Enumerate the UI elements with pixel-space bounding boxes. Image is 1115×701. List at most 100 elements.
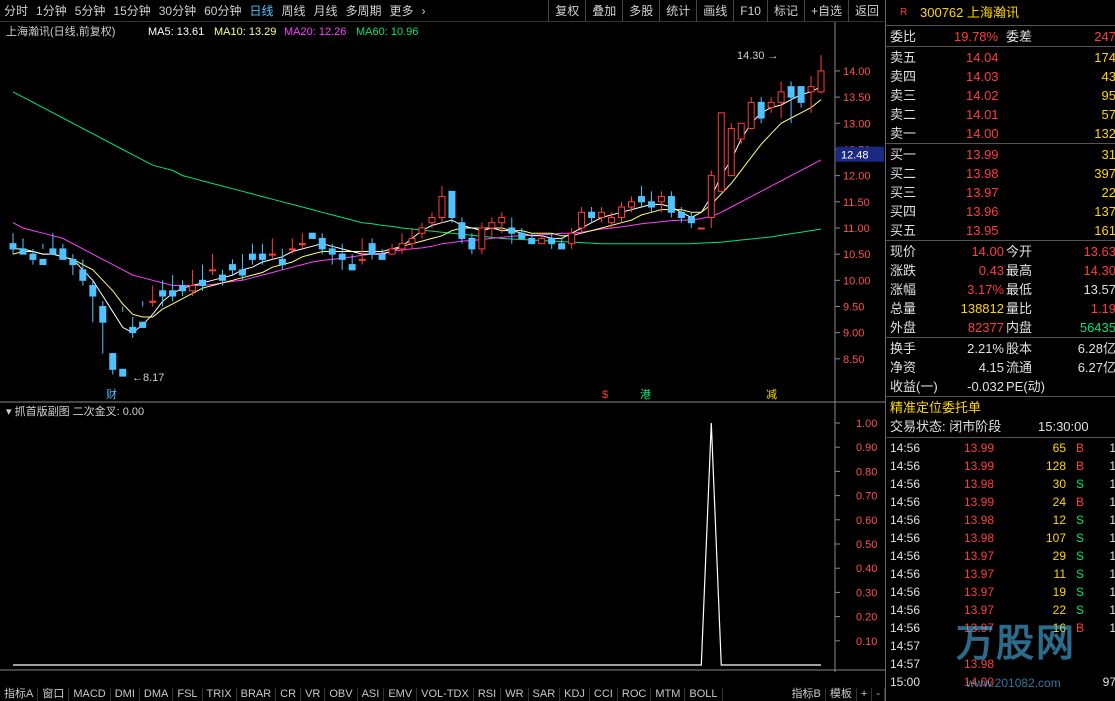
- indicator-right-1[interactable]: 模板: [826, 688, 857, 701]
- indicator-tab-3[interactable]: DMI: [111, 688, 140, 701]
- timeframe-4[interactable]: 30分钟: [155, 2, 200, 19]
- action-button-3[interactable]: 统计: [659, 0, 696, 22]
- action-button-6[interactable]: 标记: [766, 0, 804, 22]
- action-button-2[interactable]: 多股: [622, 0, 659, 22]
- timeframe-9[interactable]: 多周期: [342, 2, 386, 19]
- kline-chart[interactable]: 上海瀚讯(日线,前复权) MA5: 13.61 MA10: 13.29 MA20: 1…: [0, 22, 885, 672]
- candle: [618, 201, 626, 223]
- event-marker[interactable]: 港: [640, 388, 651, 401]
- candle: [308, 232, 316, 239]
- tick-side: S: [1076, 585, 1085, 599]
- quote-row: 涨跌 0.43 最高 14.30: [886, 261, 1115, 280]
- tick-side: B: [1076, 459, 1085, 473]
- timeframe-8[interactable]: 月线: [310, 2, 342, 19]
- event-marker[interactable]: $: [602, 389, 608, 401]
- indicator-tab-12[interactable]: EMV: [384, 688, 418, 701]
- chart-title: 上海瀚讯(日线,前复权): [6, 24, 115, 38]
- timeframe-5[interactable]: 60分钟: [200, 2, 245, 19]
- indicator-tab-10[interactable]: OBV: [325, 688, 358, 701]
- candle: [488, 217, 496, 239]
- action-button-1[interactable]: 叠加: [585, 0, 622, 22]
- quote-row: 换手 2.21% 股本 6.28亿: [886, 339, 1115, 358]
- quote-label: 外盘: [890, 320, 917, 335]
- tick-side: S: [1076, 477, 1085, 491]
- bid-row: 买二 13.98 397: [886, 164, 1115, 183]
- indicator-tab-13[interactable]: VOL-TDX: [417, 688, 474, 701]
- quote-label: 最高: [1006, 263, 1033, 278]
- timeframe-2[interactable]: 5分钟: [71, 2, 110, 19]
- timeframe-10[interactable]: 更多: [386, 2, 418, 19]
- tick-row: 14:56 13.97 11 S 1: [886, 565, 1115, 584]
- ask-row: 卖一 14.00 132: [886, 124, 1115, 143]
- order-ratio-row: 委比 19.78% 委差 247: [886, 27, 1115, 46]
- bid-price: 13.99: [966, 147, 999, 162]
- indicator-tab-17[interactable]: KDJ: [560, 688, 590, 701]
- action-button-7[interactable]: +自选: [803, 0, 848, 22]
- ask-price: 14.01: [966, 107, 999, 122]
- candle: [418, 222, 426, 239]
- bid-row: 买五 13.95 161: [886, 221, 1115, 240]
- subchart-title: ▾ 抓首版副图 二次金叉: 0.00: [6, 404, 144, 418]
- candle: [398, 233, 406, 255]
- action-button-4[interactable]: 画线: [696, 0, 733, 22]
- timeframe-0[interactable]: 分时: [0, 2, 32, 19]
- indicator-tab-8[interactable]: CR: [276, 688, 302, 701]
- indicator-tab-2[interactable]: MACD: [69, 688, 111, 701]
- tick-row: 14:56 13.98 30 S 1: [886, 475, 1115, 494]
- indicator-tab-19[interactable]: ROC: [618, 688, 652, 701]
- candle: [448, 190, 456, 223]
- tick-time: 14:56: [890, 549, 921, 563]
- indicator-tab-20[interactable]: MTM: [651, 688, 686, 701]
- watermark-url: www.201082.com: [966, 676, 1061, 690]
- bid-price: 13.96: [966, 204, 999, 219]
- bid-volume: 31: [1101, 147, 1115, 162]
- indicator-tab-4[interactable]: DMA: [140, 688, 174, 701]
- timeframe-6[interactable]: 日线: [245, 2, 277, 19]
- indicator-tab-0[interactable]: 指标A: [0, 688, 39, 701]
- y-tick-label: 9.50: [843, 301, 864, 313]
- indicator-tab-bar: 指标A 窗口 MACD DMI DMA FSL TRIX BRAR CR VR OBV ASI EMV V…: [0, 688, 885, 701]
- indicator-tab-15[interactable]: WR: [501, 688, 529, 701]
- candle: [438, 186, 446, 223]
- chevron-right-icon[interactable]: ›: [418, 4, 430, 18]
- quote-value: 1.19: [1090, 301, 1115, 316]
- tick-volume: 107: [1045, 531, 1066, 545]
- action-button-8[interactable]: 返回: [847, 0, 885, 22]
- timeframe-7[interactable]: 周线: [277, 2, 309, 19]
- indicator-tab-9[interactable]: VR: [301, 688, 326, 701]
- order-ratio-label: 委比: [890, 29, 917, 44]
- indicator-tab-18[interactable]: CCI: [590, 688, 618, 701]
- action-button-0[interactable]: 复权: [548, 0, 585, 22]
- indicator-tab-11[interactable]: ASI: [358, 688, 385, 701]
- bid-row: 买一 13.99 31: [886, 145, 1115, 164]
- low-price-label: ←8.17: [132, 372, 164, 384]
- indicator-tab-14[interactable]: RSI: [474, 688, 502, 701]
- candle: [119, 306, 127, 377]
- event-marker[interactable]: 减: [766, 388, 777, 401]
- indicator-right-3[interactable]: -: [872, 688, 885, 701]
- indicator-tab-21[interactable]: BOLL: [685, 688, 723, 701]
- tick-time: 14:56: [890, 441, 921, 455]
- timeframe-1[interactable]: 1分钟: [32, 2, 71, 19]
- trade-time: 15:30:00: [1038, 419, 1089, 434]
- indicator-tab-7[interactable]: BRAR: [237, 688, 277, 701]
- indicator-tab-16[interactable]: SAR: [529, 688, 561, 701]
- tick-row: 14:56 13.98 107 S 1: [886, 529, 1115, 548]
- quote-row: 总量 138812 量比 1.19: [886, 299, 1115, 318]
- candle: [199, 264, 207, 291]
- indicator-tab-1[interactable]: 窗口: [38, 688, 70, 701]
- timeframe-3[interactable]: 15分钟: [109, 2, 154, 19]
- event-marker[interactable]: 财: [106, 387, 117, 401]
- ask-price: 14.04: [966, 50, 999, 65]
- ask-price: 14.02: [966, 88, 999, 103]
- candle: [548, 233, 556, 249]
- indicator-tab-5[interactable]: FSL: [173, 688, 203, 701]
- tick-count: 1: [1109, 531, 1115, 545]
- action-button-5[interactable]: F10: [733, 0, 767, 22]
- indicator-tab-6[interactable]: TRIX: [203, 688, 237, 701]
- tick-time: 14:57: [890, 639, 921, 653]
- indicator-right-2[interactable]: +: [857, 688, 873, 701]
- indicator-right-0[interactable]: 指标B: [788, 688, 826, 701]
- y-tick-label: 13.00: [843, 118, 871, 130]
- candle: [458, 217, 466, 244]
